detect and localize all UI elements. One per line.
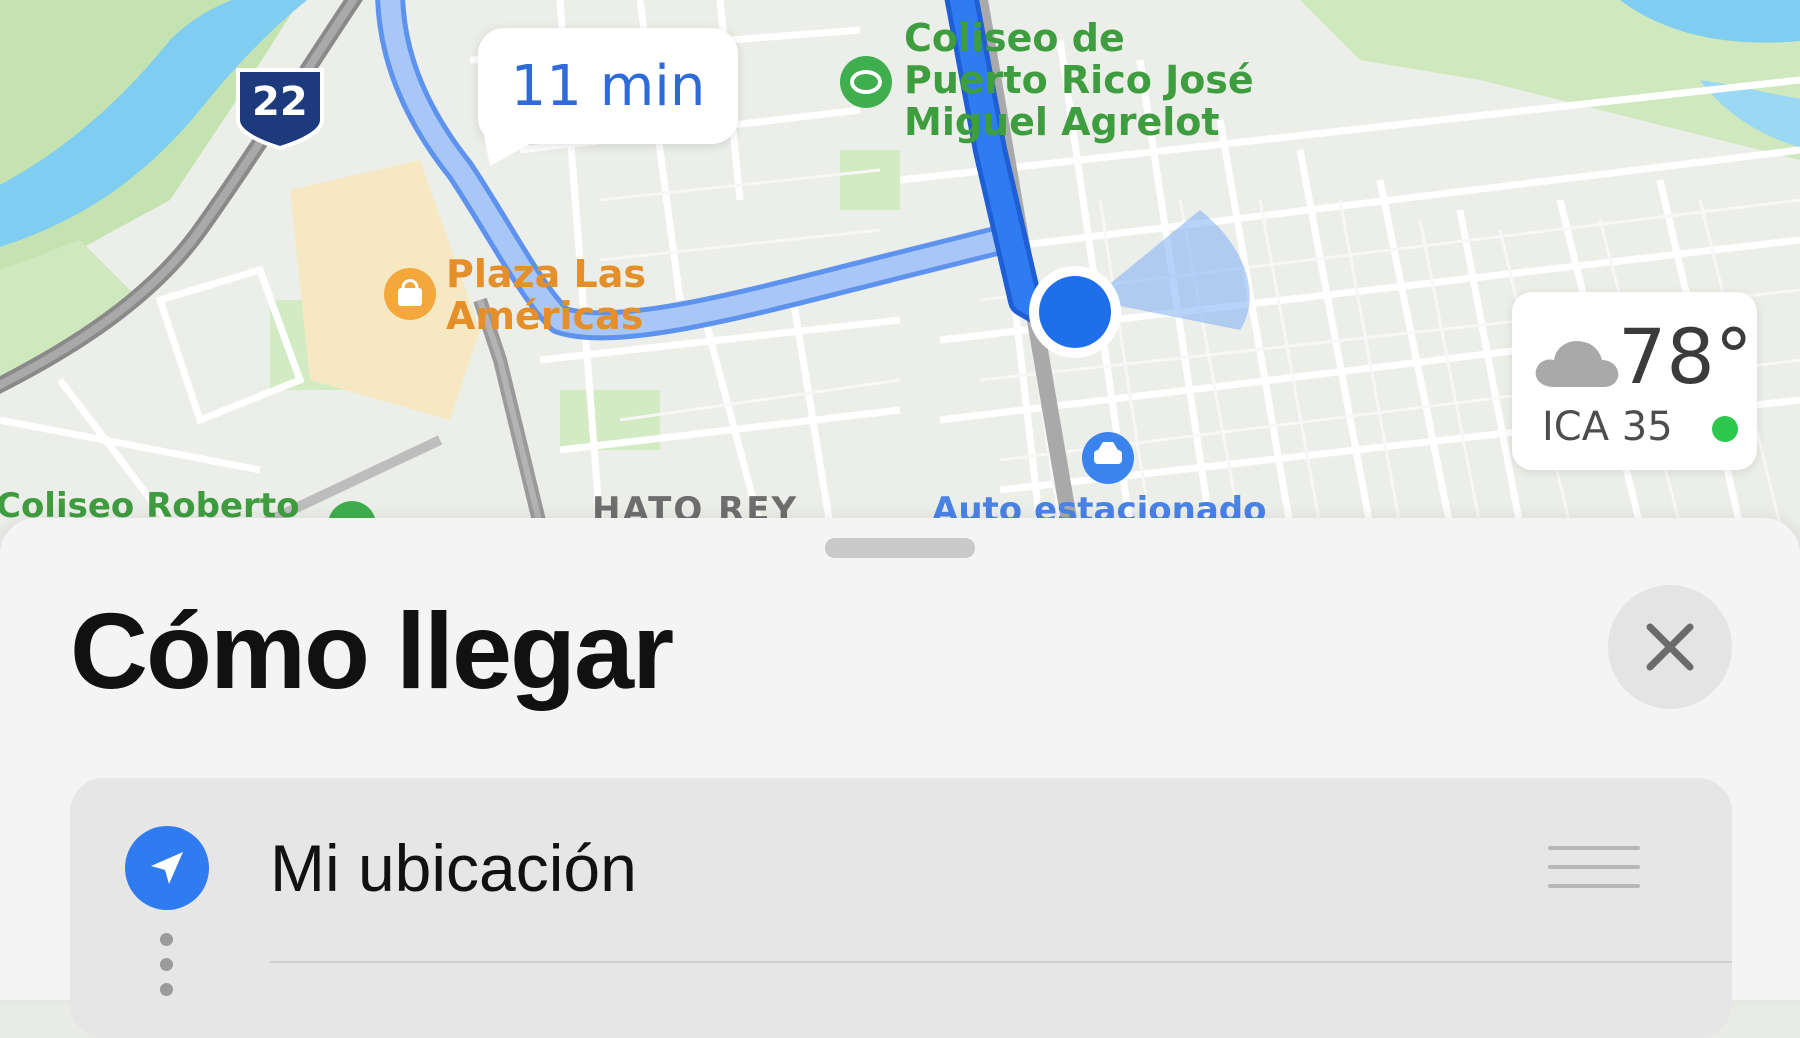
air-quality-indicator <box>1712 416 1738 442</box>
poi-label-line: Américas <box>446 293 644 338</box>
eta-label: 11 min <box>510 53 706 119</box>
location-arrow-icon <box>125 826 209 910</box>
poi-label-line: Miguel Agrelot <box>904 99 1220 144</box>
poi-label-line: Coliseo de <box>904 16 1125 60</box>
map-view[interactable]: 22 Coliseo de Puerto Rico José Miguel Ag… <box>0 0 1800 525</box>
poi-label-line: Puerto Rico José <box>904 57 1254 102</box>
highway-shield-label: 22 <box>252 79 308 125</box>
route-connector-dots <box>160 933 174 1008</box>
cloud-icon <box>1535 340 1619 387</box>
reorder-handle-icon[interactable] <box>1548 846 1640 896</box>
stadium-icon <box>840 56 892 108</box>
weather-widget[interactable]: 78° ICA 35 <box>1512 292 1757 470</box>
sheet-title: Cómo llegar <box>70 590 674 711</box>
temperature-label: 78° <box>1618 312 1753 401</box>
poi-label-plaza[interactable]: Plaza Las Américas <box>446 252 646 338</box>
sheet-grabber[interactable] <box>825 538 975 558</box>
divider <box>270 961 1732 963</box>
shopping-bag-icon <box>384 268 436 320</box>
start-location-field[interactable]: Mi ubicación <box>270 830 637 906</box>
eta-callout[interactable]: 11 min <box>478 28 738 144</box>
parked-car-icon[interactable] <box>1082 432 1134 484</box>
directions-sheet[interactable]: Cómo llegar Mi ubicación <box>0 518 1800 1038</box>
close-button[interactable] <box>1608 585 1732 709</box>
close-icon <box>1646 623 1694 671</box>
poi-label-line: Plaza Las <box>446 252 646 296</box>
poi-label-coliseo-pr[interactable]: Coliseo de Puerto Rico José Miguel Agrel… <box>904 16 1254 144</box>
route-stops-card: Mi ubicación <box>70 778 1732 1038</box>
air-quality-label: ICA 35 <box>1542 404 1673 450</box>
